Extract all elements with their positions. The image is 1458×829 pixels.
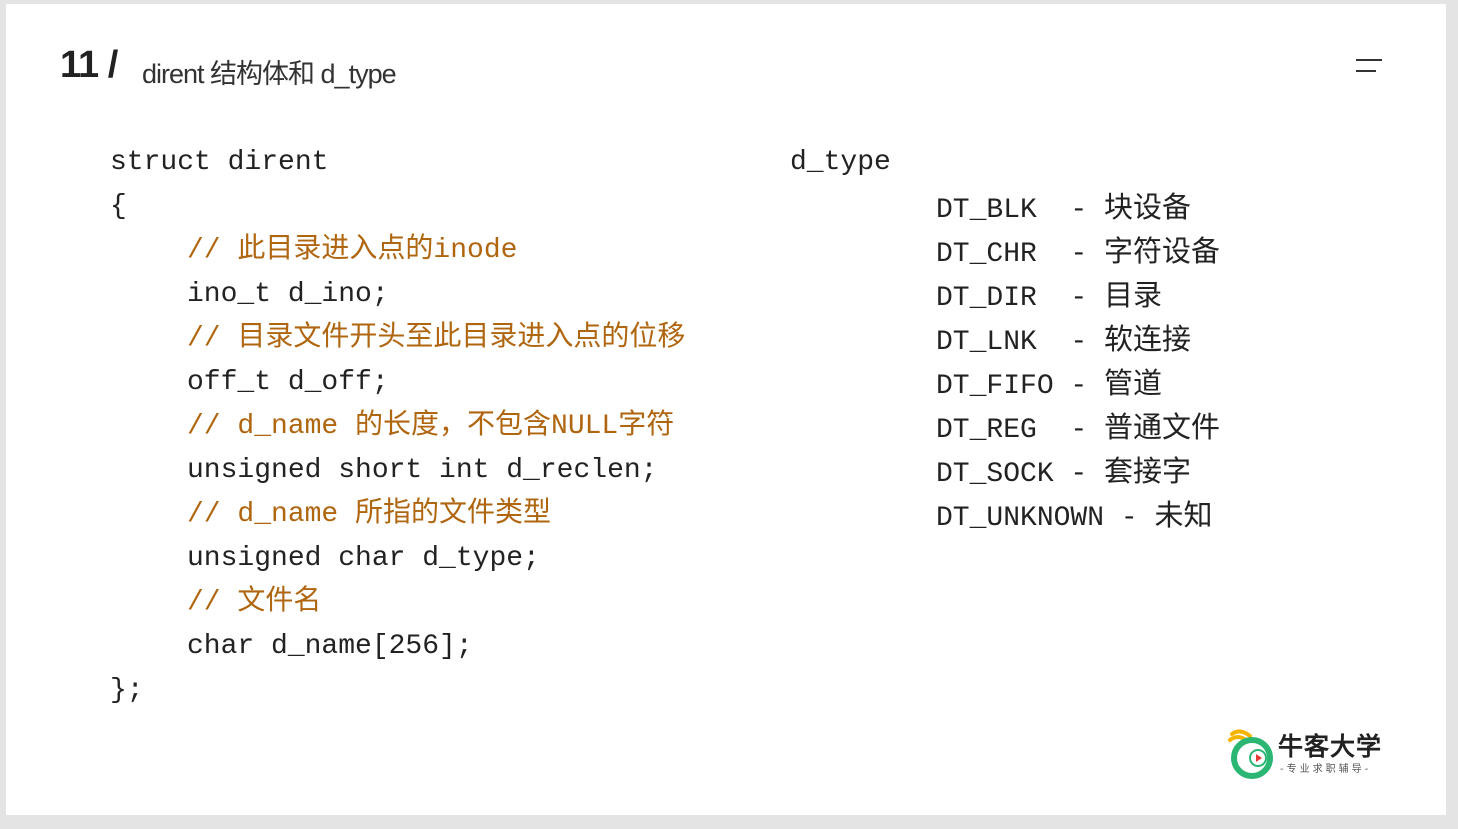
slide-number: 11 / xyxy=(60,44,118,86)
dtype-name: DT_UNKNOWN - xyxy=(936,503,1155,534)
dtype-item: DT_BLK - 块设备 xyxy=(936,185,1220,229)
code-line: unsigned short int d_reclen; xyxy=(187,455,658,486)
dtype-name: DT_LNK - xyxy=(936,327,1105,358)
dtype-item: DT_SOCK - 套接字 xyxy=(936,449,1220,493)
dtype-name: DT_FIFO - xyxy=(936,371,1105,402)
logo-name: 牛客大学 xyxy=(1278,732,1383,761)
dtype-heading: d_type xyxy=(790,147,891,178)
code-line: }; xyxy=(110,675,144,706)
dtype-name: DT_BLK - xyxy=(936,195,1105,226)
dtype-desc: 未知 xyxy=(1154,498,1213,532)
code-comment: // d_name 所指的文件类型 xyxy=(187,499,552,530)
dtype-desc: 管道 xyxy=(1104,366,1163,400)
dtype-item: DT_FIFO - 管道 xyxy=(936,361,1220,405)
code-block: struct dirent { // 此目录进入点的inode ino_t d_ino… xyxy=(110,141,685,713)
dtype-desc: 块设备 xyxy=(1104,190,1192,224)
slide-title: dirent 结构体和 d_type xyxy=(142,59,397,89)
menu-icon[interactable] xyxy=(1356,57,1384,75)
code-comment: // d_name 的长度，不包含NULL字符 xyxy=(187,411,675,442)
dtype-item: DT_CHR - 字符设备 xyxy=(936,229,1220,273)
dtype-name: DT_SOCK - xyxy=(936,459,1105,490)
dtype-item: DT_DIR - 目录 xyxy=(936,273,1220,317)
slide: 11 / dirent 结构体和 d_type struct dirent { //… xyxy=(6,4,1446,815)
dtype-desc: 套接字 xyxy=(1104,454,1192,488)
dtype-desc: 目录 xyxy=(1104,278,1163,312)
dtype-item: DT_REG - 普通文件 xyxy=(936,405,1220,449)
code-comment: // 文件名 xyxy=(187,587,322,618)
dtype-desc: 普通文件 xyxy=(1104,410,1221,444)
code-comment: // 此目录进入点的inode xyxy=(187,235,518,266)
code-comment: // 目录文件开头至此目录进入点的位移 xyxy=(187,323,686,354)
dtype-desc: 字符设备 xyxy=(1104,234,1221,268)
dtype-name: DT_DIR - xyxy=(936,283,1105,314)
dtype-name: DT_CHR - xyxy=(936,239,1105,270)
dtype-list: DT_BLK - 块设备 DT_CHR - 字符设备 DT_DIR - 目录 DT_L… xyxy=(936,185,1220,537)
code-line: char d_name[256]; xyxy=(187,631,473,662)
code-line: ino_t d_ino; xyxy=(187,279,389,310)
dtype-item: DT_LNK - 软连接 xyxy=(936,317,1220,361)
code-line: unsigned char d_type; xyxy=(187,543,540,574)
dtype-name: DT_REG - xyxy=(936,415,1105,446)
dtype-item: DT_UNKNOWN - 未知 xyxy=(936,493,1220,537)
dtype-desc: 软连接 xyxy=(1104,322,1192,356)
code-line: struct dirent xyxy=(110,147,329,178)
code-line: off_t d_off; xyxy=(187,367,389,398)
logo-tagline: -专业求职辅导- xyxy=(1280,764,1372,775)
code-line: { xyxy=(110,191,127,222)
